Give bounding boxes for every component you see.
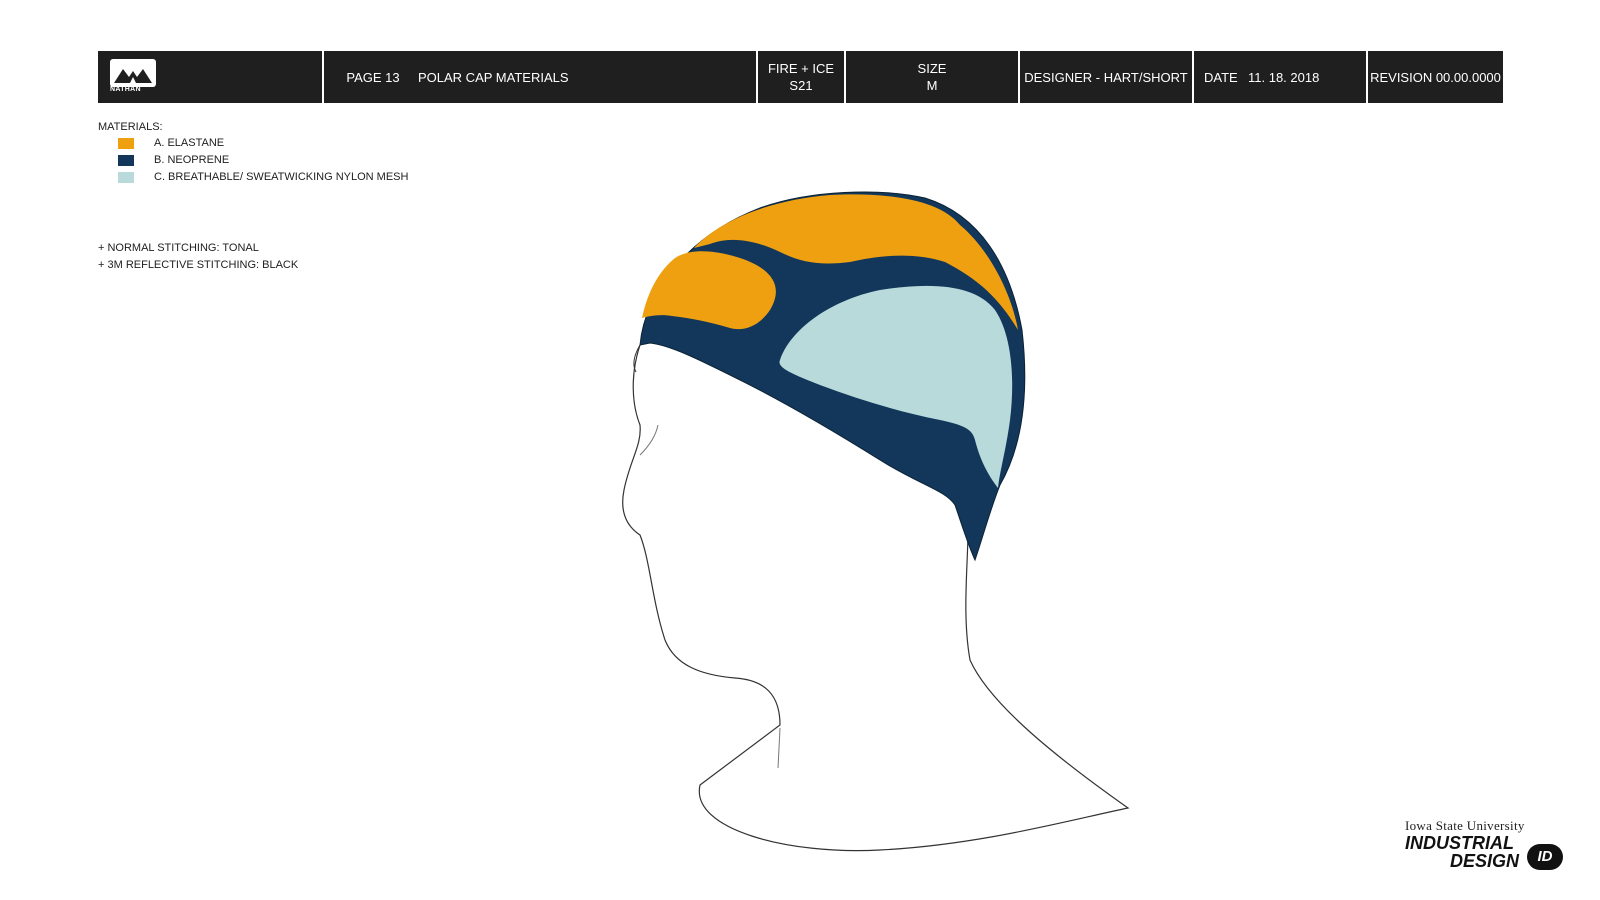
department-line-2: DESIGN — [1450, 851, 1520, 871]
jaw-line — [777, 727, 781, 769]
department-line-1: INDUSTRIAL — [1405, 833, 1514, 853]
university-name: Iowa State University — [1405, 818, 1525, 833]
ear-line — [639, 424, 659, 456]
isu-industrial-design-logo: Iowa State University INDUSTRIAL DESIGN … — [1405, 818, 1575, 892]
id-badge: ID — [1527, 844, 1563, 870]
polar-cap-illustration — [622, 191, 1130, 852]
